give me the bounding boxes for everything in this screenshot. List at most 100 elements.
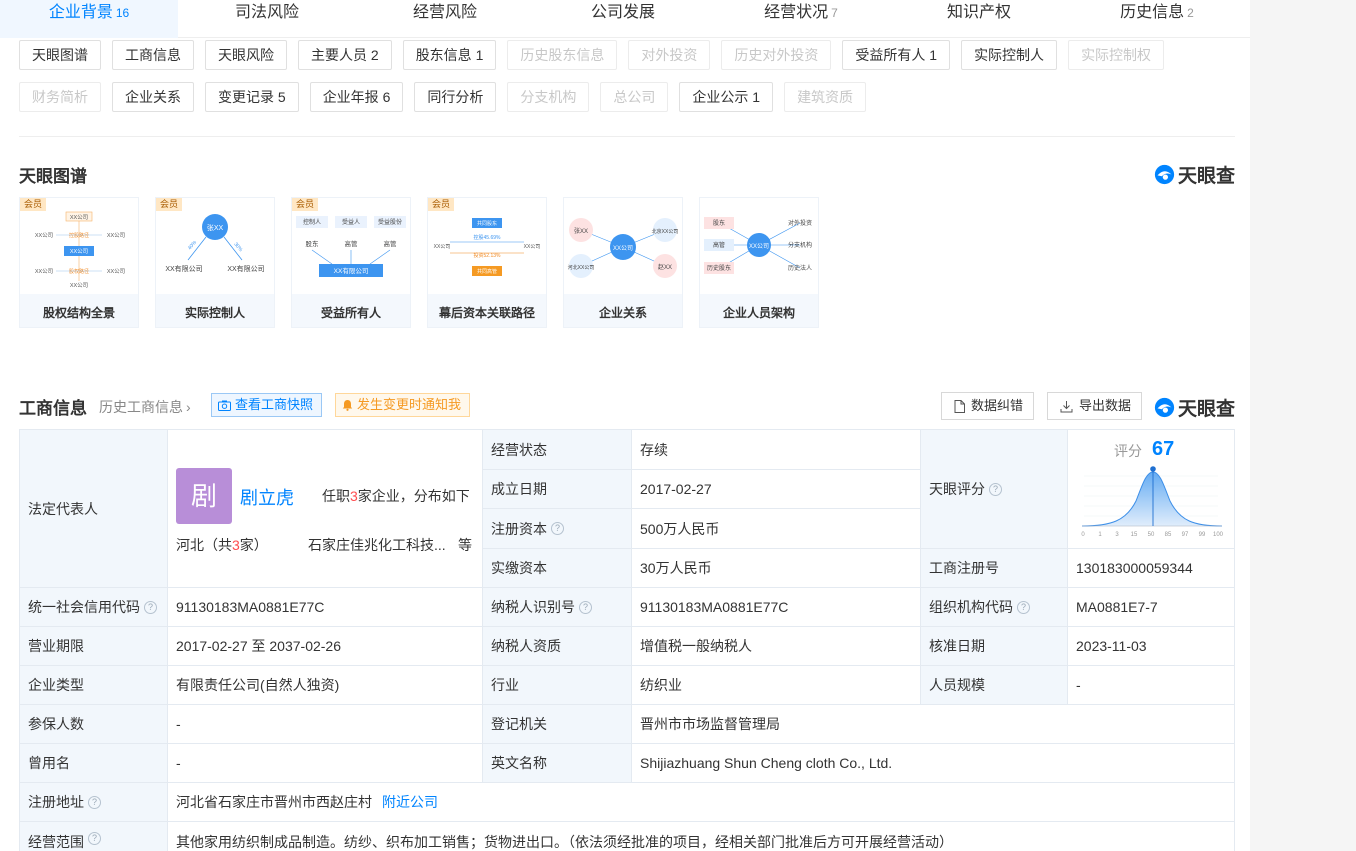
org-code-label: 组织机构代码? (921, 588, 1068, 627)
card-label: 实际控制人 (184, 306, 245, 320)
card-equity-structure[interactable]: XX公司 XX公司 XX公司 控股路径 XX公司 股权路径 XX公司 XX公司 … (19, 197, 139, 328)
tag-annual-reports[interactable]: 企业年报 6 (309, 82, 404, 112)
score-tick: 1 (1098, 532, 1102, 538)
score-label: 天眼评分? (921, 430, 1068, 549)
help-icon[interactable]: ? (88, 795, 101, 809)
tag-actual-controller[interactable]: 实际控制人 (961, 40, 1058, 70)
help-icon[interactable]: ? (579, 600, 592, 614)
card-beneficial-owner[interactable]: 控制人 受益人 受益股份 股东 高管 高管 XX有限公司 会员 受益所有人 (291, 197, 411, 328)
address-value: 河北省石家庄市晋州市西赵庄村 附近公司 (168, 783, 1235, 822)
label-text: 纳税人识别号 (491, 599, 575, 615)
tag-business-info[interactable]: 工商信息 (112, 40, 194, 70)
tianyancha-eye-icon (1154, 164, 1175, 185)
label-text: 注册地址 (28, 794, 84, 810)
export-data-button[interactable]: 导出数据 (1047, 392, 1143, 420)
staff-size-label: 人员规模 (921, 666, 1068, 705)
card-label: 企业人员架构 (722, 306, 795, 320)
tag-peer-analysis[interactable]: 同行分析 (414, 82, 497, 112)
graph-section-title: 天眼图谱 (19, 167, 87, 186)
tag-company-relations[interactable]: 企业关系 (112, 82, 194, 112)
brand-text: 天眼查 (1178, 399, 1236, 420)
company-relations-diagram: 张XX XX公司 北京XX公司 河北XX公司 赵XX (568, 218, 679, 278)
related-company[interactable]: 石家庄佳兆化工科技... (308, 535, 446, 555)
view-snapshot-button[interactable]: 查看工商快照 (211, 393, 323, 417)
help-icon[interactable]: ? (551, 522, 564, 535)
vip-badge: 会员 (156, 198, 183, 211)
tenure-post: 家企业，分布如下 (357, 488, 470, 504)
button-label: 导出数据 (1079, 398, 1132, 413)
tab-company-development[interactable]: 公司发展 (534, 0, 712, 38)
help-icon[interactable]: ? (88, 832, 101, 845)
thumb-text: XX公司 (107, 232, 125, 239)
region-post: 家） (239, 537, 268, 553)
tab-judicial-risk[interactable]: 司法风险 (178, 0, 356, 38)
tab-operating-status[interactable]: 经营状况 7 (712, 0, 890, 38)
help-icon[interactable]: ? (1017, 600, 1030, 614)
bell-icon (342, 400, 353, 411)
thumb-text: 分支机构 (788, 241, 812, 249)
label-text: 天眼评分 (929, 481, 985, 497)
actual-controller-diagram: 张XX 40% 30% XX有限公司 XX有限公司 (165, 214, 265, 273)
tab-company-background[interactable]: 企业背景 16 (0, 0, 178, 38)
card-capital-path[interactable]: 共同股东 控股45.69% XX公司 XX公司 投资52.13% 共同高管 会员… (427, 197, 547, 328)
card-company-relations[interactable]: 张XX XX公司 北京XX公司 河北XX公司 赵XX 企业关系 (563, 197, 683, 328)
company-type-label: 企业类型 (20, 666, 168, 705)
card-personnel-structure[interactable]: 股东 对外投资 高管 XX公司 分支机构 历史股东 历史法人 企业人员架构 (699, 197, 819, 328)
thumb-text: 30% (232, 241, 243, 253)
tab-history-info[interactable]: 历史信息 2 (1068, 0, 1246, 38)
approve-date-label: 核准日期 (921, 627, 1068, 666)
paid-capital-label: 实缴资本 (483, 549, 632, 588)
score-tick: 99 (1199, 532, 1206, 538)
thumb-text: 对外投资 (788, 219, 812, 227)
tab-intellectual-property[interactable]: 知识产权 (890, 0, 1068, 38)
tag-history-investments: 历史对外投资 (721, 40, 832, 70)
data-correction-button[interactable]: 数据纠错 (941, 392, 1035, 420)
card-actual-controller[interactable]: 张XX 40% 30% XX有限公司 XX有限公司 会员 实际控制人 (155, 197, 275, 328)
found-date-label: 成立日期 (483, 470, 632, 509)
thumb-text: XX公司 (613, 245, 633, 252)
notify-change-button[interactable]: 发生变更时通知我 (335, 393, 471, 417)
nearby-companies-link[interactable]: 附近公司 (382, 792, 438, 812)
uscc-value: 91130183MA0881E77C (168, 588, 483, 627)
document-icon (954, 399, 965, 413)
tag-beneficial-owner[interactable]: 受益所有人 1 (842, 40, 951, 70)
tag-construction-qualification: 建筑资质 (784, 82, 867, 112)
insured-label: 参保人数 (20, 705, 168, 744)
staff-size-value: - (1068, 666, 1235, 705)
tab-label: 经营状况 (764, 4, 829, 21)
tab-operating-risk[interactable]: 经营风险 (356, 0, 534, 38)
tag-tianyan-risk[interactable]: 天眼风险 (205, 40, 287, 70)
thumb-text: 北京XX公司 (652, 228, 679, 235)
tag-key-personnel[interactable]: 主要人员 2 (298, 40, 392, 70)
thumb-text: XX公司 (35, 268, 53, 275)
english-name-label: 英文名称 (483, 744, 632, 783)
industry-value: 纺织业 (632, 666, 921, 705)
thumb-text: XX有限公司 (334, 266, 369, 275)
card-label: 受益所有人 (320, 306, 381, 320)
taxid-label: 纳税人识别号? (483, 588, 632, 627)
capital-path-diagram: 共同股东 控股45.69% XX公司 XX公司 投资52.13% 共同高管 (434, 218, 540, 276)
score-tick: 100 (1213, 532, 1224, 538)
tianyancha-logo: 天眼查 (1154, 161, 1235, 188)
legal-rep-name[interactable]: 剧立虎 (240, 484, 294, 510)
label-text: 注册资本 (491, 520, 547, 537)
help-icon[interactable]: ? (144, 600, 157, 614)
thumb-text: 赵XX (658, 263, 672, 271)
thumb-text: 高管 (345, 239, 359, 248)
former-name-value: - (168, 744, 483, 783)
tag-change-records[interactable]: 变更记录 5 (205, 82, 299, 112)
company-type-value: 有限责任公司(自然人独资) (168, 666, 483, 705)
tag-company-disclosures[interactable]: 企业公示 1 (679, 82, 774, 112)
card-label: 股权结构全景 (42, 306, 115, 320)
scope-value: 其他家用纺织制成品制造。纺纱、织布加工销售；货物进出口。（依法须经批准的项目，经… (168, 822, 1235, 851)
authority-value: 晋州市市场监督管理局 (632, 705, 1235, 744)
vip-badge: 会员 (20, 198, 47, 211)
history-biz-link[interactable]: 历史工商信息 › (99, 397, 191, 417)
help-icon[interactable]: ? (989, 482, 1002, 496)
chevron-right-icon: › (186, 399, 191, 415)
score-tick: 0 (1081, 532, 1085, 538)
tag-shareholders[interactable]: 股东信息 1 (402, 40, 497, 70)
reg-capital-label: 注册资本? (483, 509, 632, 549)
status-value: 存续 (632, 430, 921, 470)
tag-tianyan-graph[interactable]: 天眼图谱 (19, 40, 101, 70)
